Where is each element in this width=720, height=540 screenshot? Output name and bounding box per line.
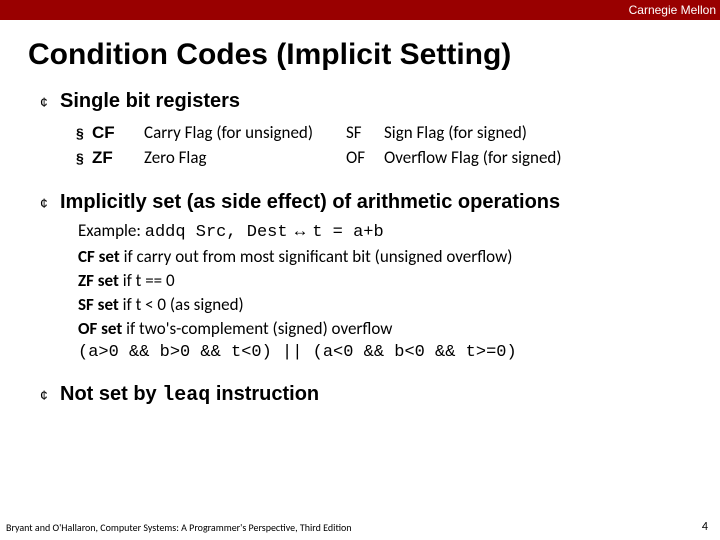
flag-desc-of: Overflow Flag (for signed) (384, 146, 562, 169)
cf-bold: CF set (78, 246, 120, 267)
zf-bold: ZF set (78, 270, 119, 291)
section-mark: § (76, 121, 90, 144)
example-line: Example: addq Src, Dest ↔ t = a+b (78, 220, 700, 245)
example-rhs: t = a+b (312, 223, 383, 242)
of-text: if two's-complement (signed) overflow (122, 318, 392, 339)
flag-desc-zf: Zero Flag (144, 146, 344, 169)
bullet-3-post: instruction (210, 383, 319, 405)
bullet-1-text: Single bit registers (60, 90, 240, 113)
of-line: OF set if two's-complement (signed) over… (78, 318, 700, 341)
sf-bold: SF set (78, 294, 119, 315)
bullet-glyph: ¢ (40, 195, 60, 211)
bullet-glyph: ¢ (40, 94, 60, 110)
bullet-3-text: Not set by leaq instruction (60, 383, 319, 407)
bullet-2-text: Implicitly set (as side effect) of arith… (60, 191, 560, 214)
cf-line: CF set if carry out from most significan… (78, 246, 700, 269)
example-label: Example: (78, 220, 141, 241)
leaq-code: leaq (162, 384, 210, 407)
flag-code-zf: ZF (92, 146, 142, 169)
flags-table: § CF Carry Flag (for unsigned) SF Sign F… (74, 119, 564, 171)
footer-citation: Bryant and O'Hallaron, Computer Systems:… (6, 521, 710, 534)
overflow-condition: (a>0 && b>0 && t<0) || (a<0 && b<0 && t>… (78, 342, 700, 365)
of-bold: OF set (78, 318, 122, 339)
zf-text: if t == 0 (119, 270, 175, 291)
content: ¢ Single bit registers § CF Carry Flag (… (40, 90, 700, 407)
flag-desc-cf: Carry Flag (for unsigned) (144, 121, 344, 144)
org-header: Carnegie Mellon (0, 0, 720, 20)
flag-row-cf: § CF Carry Flag (for unsigned) SF Sign F… (76, 121, 562, 144)
flag-row-zf: § ZF Zero Flag OF Overflow Flag (for sig… (76, 146, 562, 169)
flag-code-of: OF (346, 146, 382, 169)
bullet-1: ¢ Single bit registers (40, 90, 700, 113)
page-number: 4 (702, 520, 708, 534)
sf-text: if t < 0 (as signed) (119, 294, 244, 315)
zf-line: ZF set if t == 0 (78, 270, 700, 293)
bullet-2: ¢ Implicitly set (as side effect) of ari… (40, 191, 700, 214)
flag-desc-sf: Sign Flag (for signed) (384, 121, 562, 144)
example-code: addq Src, Dest (145, 223, 288, 242)
org-name: Carnegie Mellon (629, 3, 716, 17)
flag-code-sf: SF (346, 121, 382, 144)
arrow-icon: ↔ (291, 221, 308, 240)
flag-code-cf: CF (92, 121, 142, 144)
bullet-3: ¢ Not set by leaq instruction (40, 383, 700, 407)
section-mark: § (76, 146, 90, 169)
cf-text: if carry out from most significant bit (… (120, 246, 513, 267)
sf-line: SF set if t < 0 (as signed) (78, 294, 700, 317)
slide-title: Condition Codes (Implicit Setting) (28, 38, 720, 72)
implicit-body: Example: addq Src, Dest ↔ t = a+b CF set… (78, 220, 700, 365)
bullet-3-pre: Not set by (60, 383, 162, 405)
bullet-glyph: ¢ (40, 387, 60, 403)
